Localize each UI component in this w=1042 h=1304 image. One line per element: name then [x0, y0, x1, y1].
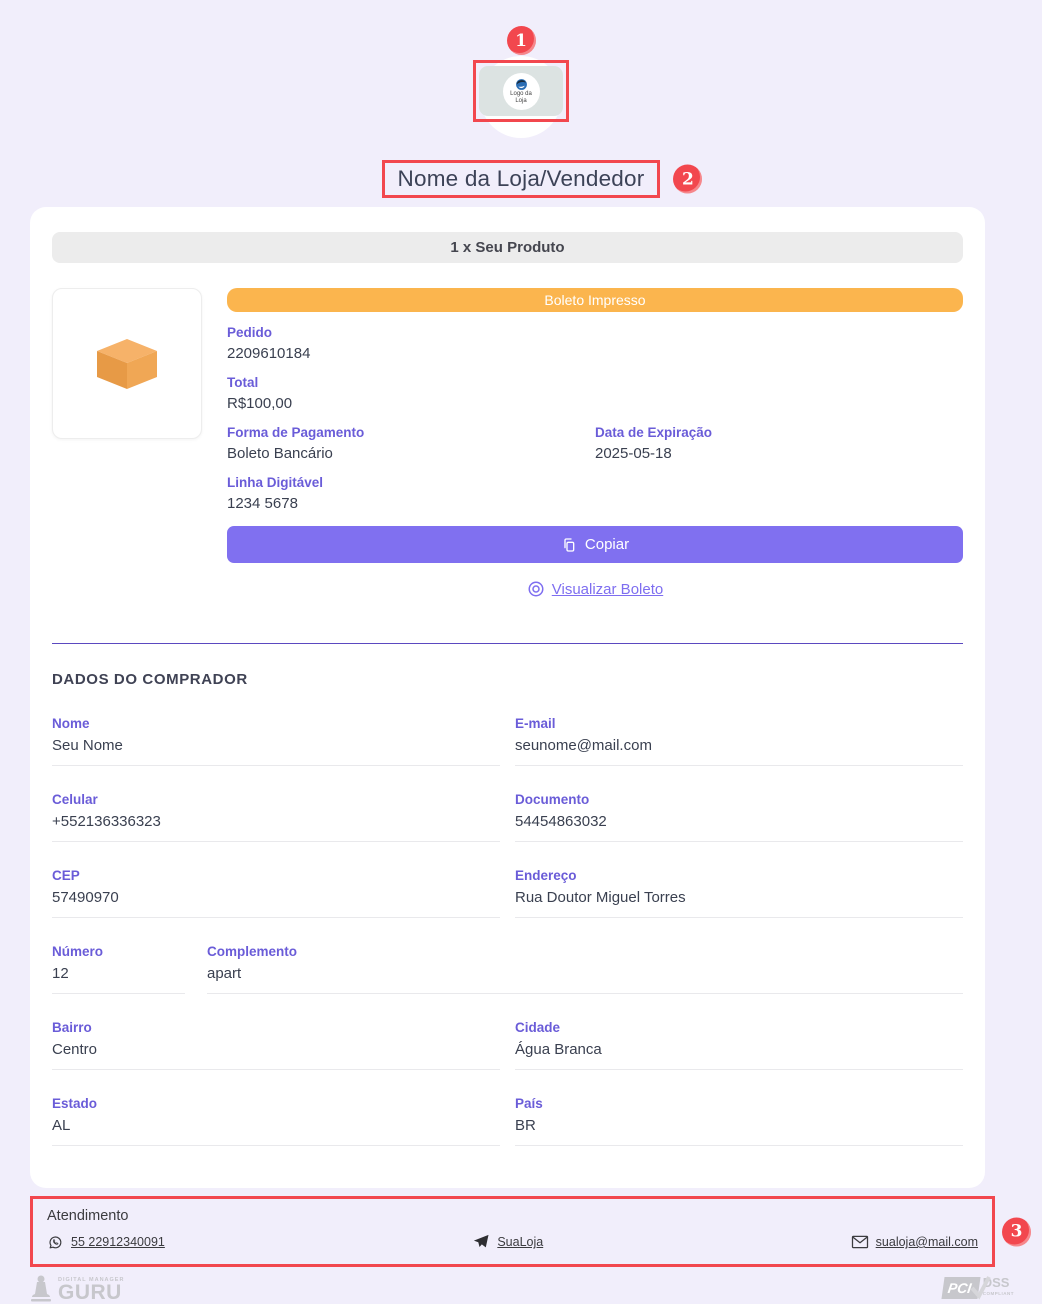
copy-button[interactable]: Copiar: [227, 526, 963, 563]
field-bairro-label: Bairro: [52, 1020, 500, 1035]
annotation-badge-1: 1: [507, 26, 536, 55]
order-card: 1 x Seu Produto Boleto Impresso Pedido 2…: [30, 207, 985, 1188]
field-documento-label: Documento: [515, 792, 963, 807]
product-image: [52, 288, 202, 439]
telegram-link[interactable]: SuaLoja: [472, 1233, 543, 1251]
field-estado-label: Estado: [52, 1096, 500, 1111]
email-address: sualoja@mail.com: [876, 1235, 978, 1249]
field-cidade-label: Cidade: [515, 1020, 963, 1035]
digitable-line-value: 1234 5678: [227, 495, 963, 512]
field-celular-label: Celular: [52, 792, 500, 807]
field-numero-label: Número: [52, 944, 185, 959]
total-label: Total: [227, 375, 963, 390]
store-logo: Logo da Loja: [503, 73, 540, 110]
order-id-value: 2209610184: [227, 345, 963, 362]
view-boleto-link[interactable]: Visualizar Boleto: [527, 580, 663, 598]
guru-logo-big-text: GURU: [58, 1283, 124, 1303]
pci-dss-logo: PCI DSS COMPLIANT: [943, 1277, 1014, 1299]
order-id-group: Pedido 2209610184: [227, 325, 963, 362]
field-complemento-label: Complemento: [207, 944, 963, 959]
field-pais: País BR: [515, 1096, 963, 1146]
field-numero: Número 12: [52, 944, 185, 994]
annotation-badge-3: 3: [1002, 1217, 1031, 1246]
store-logo-area: Logo da Loja: [461, 56, 581, 142]
payment-form-group: Forma de Pagamento Boleto Bancário: [227, 425, 595, 462]
field-endereco-label: Endereço: [515, 868, 963, 883]
field-endereco: Endereço Rua Doutor Miguel Torres: [515, 868, 963, 918]
field-estado: Estado AL: [52, 1096, 500, 1146]
view-icon: [527, 580, 545, 598]
field-celular-value: +552136336323: [52, 813, 500, 842]
field-cep-value: 57490970: [52, 889, 500, 918]
field-nome-value: Seu Nome: [52, 737, 500, 766]
field-complemento-value: apart: [207, 965, 963, 994]
expiration-group: Data de Expiração 2025-05-18: [595, 425, 963, 462]
field-documento-value: 54454863032: [515, 813, 963, 842]
email-icon: [851, 1234, 869, 1250]
product-header-bar: 1 x Seu Produto: [52, 232, 963, 263]
support-title: Atendimento: [47, 1208, 978, 1224]
order-id-label: Pedido: [227, 325, 963, 340]
annotation-badge-2: 2: [673, 165, 702, 194]
field-cep: CEP 57490970: [52, 868, 500, 918]
field-documento: Documento 54454863032: [515, 792, 963, 842]
buyer-section-title: DADOS DO COMPRADOR: [52, 671, 963, 688]
digitable-line-label: Linha Digitável: [227, 475, 963, 490]
field-pais-value: BR: [515, 1117, 963, 1146]
whatsapp-link[interactable]: 55 22912340091: [47, 1234, 165, 1251]
pci-check-icon: [969, 1275, 991, 1301]
field-nome: Nome Seu Nome: [52, 716, 500, 766]
view-boleto-label: Visualizar Boleto: [552, 581, 663, 598]
logo-swirl-icon: [515, 78, 528, 91]
field-cidade-value: Água Branca: [515, 1041, 963, 1070]
annotation-rect-footer: Atendimento 55 22912340091 SuaLoja: [30, 1196, 995, 1267]
page-header: 1 Logo da Loja Nome da Loja/Vendedor 2: [0, 0, 1042, 198]
copy-button-label: Copiar: [585, 536, 629, 553]
expiration-value: 2025-05-18: [595, 445, 963, 462]
store-name-title: Nome da Loja/Vendedor: [382, 160, 661, 198]
total-group: Total R$100,00: [227, 375, 963, 412]
field-celular: Celular +552136336323: [52, 792, 500, 842]
whatsapp-icon: [47, 1234, 64, 1251]
field-email-label: E-mail: [515, 716, 963, 731]
payment-form-label: Forma de Pagamento: [227, 425, 595, 440]
store-logo-placeholder: Logo da Loja: [479, 66, 563, 116]
store-title-row: Nome da Loja/Vendedor 2: [382, 160, 661, 198]
telegram-icon: [472, 1233, 490, 1251]
guru-mascot-icon: [28, 1273, 54, 1303]
expiration-label: Data de Expiração: [595, 425, 963, 440]
field-bairro: Bairro Centro: [52, 1020, 500, 1070]
field-cep-label: CEP: [52, 868, 500, 883]
guru-logo: DIGITAL MANAGER GURU: [28, 1273, 124, 1303]
logo-placeholder-text: Logo da Loja: [506, 91, 536, 104]
branding-row: DIGITAL MANAGER GURU PCI DSS COMPLIANT: [0, 1273, 1042, 1303]
buyer-data-form: Nome Seu Nome E-mail seunome@mail.com Ce…: [52, 716, 963, 1146]
digitable-line-group: Linha Digitável 1234 5678: [227, 475, 963, 512]
annotation-rect-logo: Logo da Loja: [473, 60, 569, 122]
field-endereco-value: Rua Doutor Miguel Torres: [515, 889, 963, 918]
whatsapp-number: 55 22912340091: [71, 1235, 165, 1249]
field-pais-label: País: [515, 1096, 963, 1111]
payment-method-banner: Boleto Impresso: [227, 288, 963, 312]
section-divider: [52, 643, 963, 644]
field-numero-value: 12: [52, 965, 185, 994]
field-estado-value: AL: [52, 1117, 500, 1146]
field-email-value: seunome@mail.com: [515, 737, 963, 766]
total-value: R$100,00: [227, 395, 963, 412]
field-email: E-mail seunome@mail.com: [515, 716, 963, 766]
payment-form-value: Boleto Bancário: [227, 445, 595, 462]
field-bairro-value: Centro: [52, 1041, 500, 1070]
email-link[interactable]: sualoja@mail.com: [851, 1234, 978, 1250]
field-cidade: Cidade Água Branca: [515, 1020, 963, 1070]
product-box-icon: [96, 338, 158, 390]
field-nome-label: Nome: [52, 716, 500, 731]
copy-icon: [561, 537, 577, 553]
support-footer: Atendimento 55 22912340091 SuaLoja: [0, 1196, 1042, 1267]
field-complemento: Complemento apart: [207, 944, 963, 994]
telegram-handle: SuaLoja: [497, 1235, 543, 1249]
